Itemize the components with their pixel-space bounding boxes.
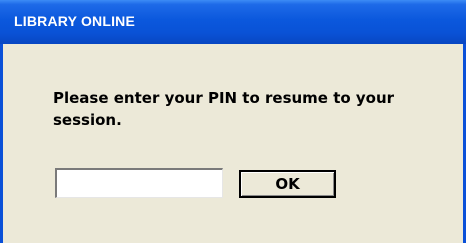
pin-input[interactable] xyxy=(55,168,223,198)
window-title: LIBRARY ONLINE xyxy=(14,13,136,29)
ok-button[interactable]: OK xyxy=(239,170,336,198)
title-bar[interactable]: LIBRARY ONLINE xyxy=(0,0,466,44)
pin-prompt-message: Please enter your PIN to resume to your … xyxy=(53,89,395,129)
library-online-dialog: LIBRARY ONLINE Please enter your PIN to … xyxy=(0,0,466,243)
